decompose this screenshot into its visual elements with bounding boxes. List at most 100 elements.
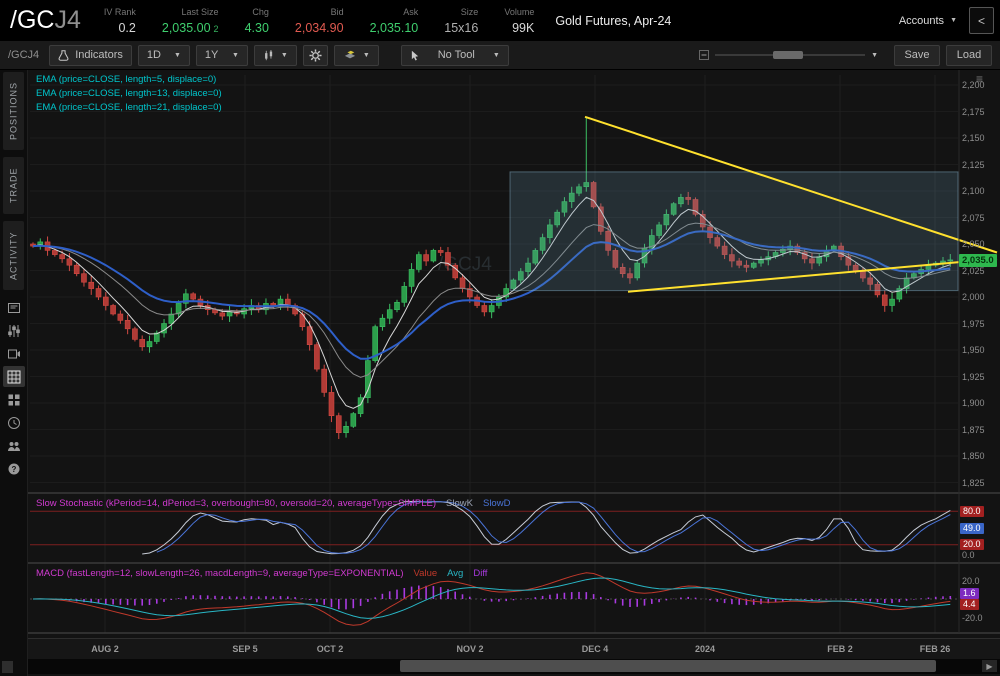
slowd-legend: SlowD <box>483 498 510 509</box>
price-chart-svg[interactable]: /GCJ4 <box>28 70 1000 676</box>
date-tick: FEB 2 <box>827 644 853 654</box>
scrollbar-corner-box[interactable] <box>2 661 13 673</box>
chart-toolbar: /GCJ4 Indicators 1D▼ 1Y▼ ▼ ▼ No Tool▼ ▼ … <box>0 41 1000 70</box>
date-tick: OCT 2 <box>317 644 344 654</box>
chevron-down-icon: ▼ <box>174 52 181 59</box>
zoom-slider[interactable] <box>715 48 865 62</box>
stochastic-study-label[interactable]: Slow Stochastic (kPeriod=14, dPeriod=3, … <box>36 498 436 509</box>
quote-field-size: Size15x16 <box>431 7 491 35</box>
price-tick: 2,125 <box>962 160 985 170</box>
instrument-description: Gold Futures, Apr-24 <box>555 14 671 28</box>
price-tick: 1,875 <box>962 425 985 435</box>
sliders-icon[interactable] <box>3 320 25 341</box>
chart-type-dropdown[interactable]: ▼ <box>254 45 297 66</box>
collapse-panel-button[interactable]: < <box>969 7 994 34</box>
study-label-ema-21[interactable]: EMA (price=CLOSE, length=21, displace=0) <box>36 102 222 113</box>
quote-field-label: Last Size <box>182 7 219 17</box>
video-icon[interactable] <box>3 343 25 364</box>
sidebar-tab-activity[interactable]: ACTIVITY <box>3 221 24 290</box>
price-tick: 1,950 <box>962 345 985 355</box>
horizontal-scrollbar[interactable]: ▶ <box>28 659 1000 674</box>
current-price-badge: 2,035.0 <box>959 254 997 267</box>
chart-style-dropdown[interactable]: ▼ <box>334 45 379 66</box>
timeframe-dropdown[interactable]: 1D▼ <box>138 45 190 66</box>
quote-field-label: Bid <box>331 7 344 17</box>
price-tick: 1,900 <box>962 398 985 408</box>
symbol-title: /GCJ4 <box>10 6 81 35</box>
chevron-down-icon: ▼ <box>281 52 288 59</box>
price-tick: 1,850 <box>962 451 985 461</box>
time-axis[interactable]: AUG 2SEP 5OCT 2NOV 2DEC 42024FEB 2FEB 26 <box>28 638 1000 659</box>
range-dropdown[interactable]: 1Y▼ <box>196 45 248 66</box>
date-tick: 2024 <box>695 644 715 654</box>
quote-field-label: Volume <box>504 7 534 17</box>
chart-area[interactable]: /GCJ4 EMA (price=CLOSE, length=5, displa… <box>28 70 1000 676</box>
stoch-current-badge: 49.0 <box>960 523 984 534</box>
quote-bar: /GCJ4 IV Rank 0.2 Last Size 2,035.002 Chg4.3… <box>0 0 1000 41</box>
sidebar-tab-positions[interactable]: POSITIONS <box>3 72 24 150</box>
macd-avg-legend: Avg <box>447 568 463 579</box>
quote-field-value: 2,035.002 <box>162 21 219 35</box>
quote-field-value: 0.2 <box>118 21 135 35</box>
svg-text:?: ? <box>11 465 16 474</box>
date-tick: FEB 26 <box>920 644 951 654</box>
quote-field-last-size: Last Size 2,035.002 <box>149 7 232 35</box>
last-trade-size: 2 <box>214 24 219 34</box>
dashboard-icon[interactable] <box>3 389 25 410</box>
chevron-down-icon: ▼ <box>950 17 957 24</box>
quote-field-label: IV Rank <box>104 7 136 17</box>
chart-settings-button[interactable] <box>303 45 328 66</box>
price-tick: 1,925 <box>962 372 985 382</box>
left-sidebar: POSITIONS TRADE ACTIVITY ? <box>0 70 28 676</box>
accounts-menu[interactable]: Accounts▼ <box>899 15 957 27</box>
zoom-out-icon[interactable] <box>699 50 709 60</box>
layers-icon <box>343 49 357 61</box>
save-button[interactable]: Save <box>894 45 940 66</box>
price-tick: 1,975 <box>962 319 985 329</box>
scrollbar-thumb[interactable] <box>400 660 936 672</box>
history-clock-icon[interactable] <box>3 412 25 433</box>
quote-field-volume: Volume 99K <box>491 7 547 35</box>
macd-bottom-tick: -20.0 <box>962 613 983 623</box>
load-button[interactable]: Load <box>946 45 992 66</box>
quote-field-label: Ask <box>403 7 418 17</box>
quote-field-value: 15x16 <box>444 21 478 35</box>
stoch-oversold-badge: 20.0 <box>960 539 984 550</box>
quote-field-value: 2,035.10 <box>370 21 419 35</box>
gear-icon <box>309 49 322 62</box>
quote-field-iv-rank: IV Rank 0.2 <box>91 7 149 35</box>
date-tick: AUG 2 <box>91 644 119 654</box>
statement-icon[interactable] <box>3 297 25 318</box>
price-tick: 2,100 <box>962 186 985 196</box>
drawing-tool-dropdown[interactable]: No Tool▼ <box>401 45 509 66</box>
sidebar-tab-trade[interactable]: TRADE <box>3 157 24 214</box>
study-label-ema-13[interactable]: EMA (price=CLOSE, length=13, displace=0) <box>36 88 222 99</box>
date-tick: DEC 4 <box>582 644 609 654</box>
quote-field-value: 2,034.90 <box>295 21 344 35</box>
macd-value-badge: 4.4 <box>960 599 979 610</box>
study-label-ema-5[interactable]: EMA (price=CLOSE, length=5, displace=0) <box>36 74 216 85</box>
chart-grid-icon[interactable] <box>3 366 25 387</box>
scrollbar-right-arrow[interactable]: ▶ <box>982 660 997 672</box>
chevron-down-icon: ▼ <box>493 52 500 59</box>
zoom-slider-thumb[interactable] <box>773 51 803 59</box>
date-tick: SEP 5 <box>232 644 257 654</box>
price-tick: 2,175 <box>962 107 985 117</box>
indicators-button[interactable]: Indicators <box>49 45 132 66</box>
cursor-icon <box>410 50 420 61</box>
quote-field-chg: Chg4.30 <box>232 7 282 35</box>
macd-value-legend: Value <box>414 568 438 579</box>
help-icon[interactable]: ? <box>3 458 25 479</box>
price-tick: 2,000 <box>962 292 985 302</box>
stoch-overbought-badge: 80.0 <box>960 506 984 517</box>
chevron-down-icon[interactable]: ▼ <box>871 52 878 59</box>
macd-title-row: MACD (fastLength=12, slowLength=26, macd… <box>36 568 487 579</box>
price-tick: 2,200 <box>962 80 985 90</box>
quote-field-ask: Ask 2,035.10 <box>357 7 432 35</box>
quote-field-value: 4.30 <box>245 21 269 35</box>
main-region: POSITIONS TRADE ACTIVITY ? /GCJ4 EMA (pric… <box>0 70 1000 676</box>
macd-study-label[interactable]: MACD (fastLength=12, slowLength=26, macd… <box>36 568 404 579</box>
quote-field-value: 99K <box>512 21 534 35</box>
community-icon[interactable] <box>3 435 25 456</box>
macd-diff-legend: Diff <box>473 568 487 579</box>
